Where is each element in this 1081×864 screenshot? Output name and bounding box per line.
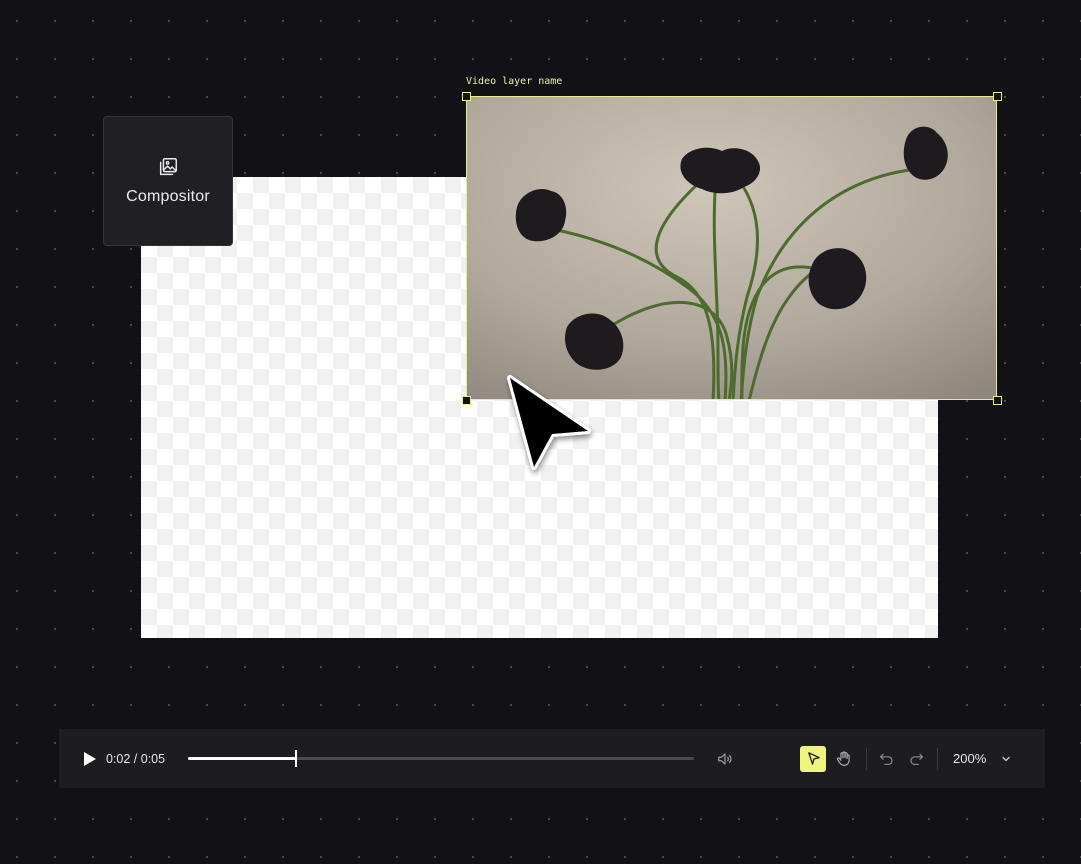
compositor-card[interactable]: Compositor <box>103 116 233 246</box>
volume-icon[interactable] <box>716 750 734 768</box>
mouse-pointer-icon <box>507 375 591 470</box>
undo-icon <box>879 753 893 766</box>
video-layer[interactable] <box>466 96 997 400</box>
resize-handle-bottom-left[interactable] <box>462 396 471 405</box>
video-thumbnail-image <box>467 97 996 399</box>
image-stack-icon <box>159 158 177 176</box>
redo-icon <box>909 753 923 766</box>
pan-tool-button[interactable] <box>830 746 856 772</box>
cursor-arrow-icon <box>807 752 820 765</box>
time-display: 0:02 / 0:05 <box>106 751 166 766</box>
scrubber-playhead[interactable] <box>295 750 298 767</box>
toolbar-divider <box>937 747 938 770</box>
chevron-down-icon[interactable] <box>1000 753 1012 765</box>
playback-scrubber[interactable] <box>188 750 694 767</box>
resize-handle-top-right[interactable] <box>993 92 1002 101</box>
play-icon[interactable] <box>83 751 97 767</box>
zoom-level[interactable]: 200% <box>953 751 986 766</box>
video-layer-name: Video layer name <box>466 76 563 87</box>
toolbar-divider <box>866 747 867 770</box>
redo-button[interactable] <box>903 746 929 772</box>
hand-icon <box>836 751 850 766</box>
compositor-label: Compositor <box>126 188 210 205</box>
select-tool-button[interactable] <box>800 745 826 772</box>
undo-button[interactable] <box>873 746 899 772</box>
resize-handle-bottom-right[interactable] <box>993 396 1002 405</box>
resize-handle-top-left[interactable] <box>462 92 471 101</box>
scrubber-progress <box>188 757 297 760</box>
playback-toolbar: 0:02 / 0:05 200% <box>59 729 1045 788</box>
